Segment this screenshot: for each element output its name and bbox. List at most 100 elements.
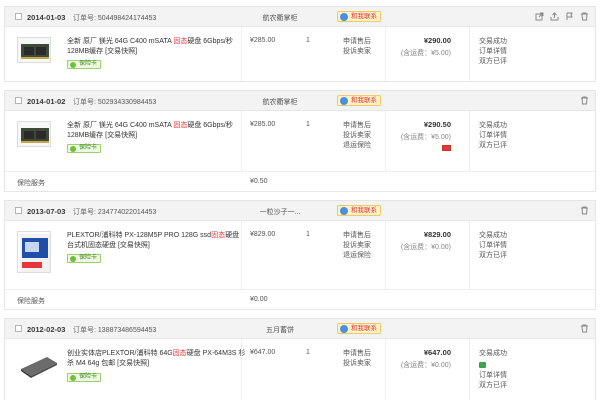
trash-icon[interactable]: [580, 206, 589, 215]
order-header: 2014-01-03 订单号: 504498424174453 航农衢掌柜 和我…: [5, 7, 595, 27]
order-card: 2014-01-03 订单号: 504498424174453 航农衢掌柜 和我…: [4, 6, 596, 82]
insurance-badge[interactable]: 保险卡: [67, 254, 102, 263]
apply-aftersale-link[interactable]: 申请售后: [343, 231, 371, 241]
order-detail-link[interactable]: 订单详情: [479, 47, 507, 57]
insurance-badge[interactable]: 保险卡: [67, 373, 102, 382]
product-name-link[interactable]: 全新 原厂 镁光 64G C400 mSATA 固态硬盘 6Gbps/秒 128…: [67, 121, 247, 141]
order-status: 交易成功 订单详情 双方已评: [479, 121, 507, 151]
complain-seller-link[interactable]: 投诉卖家: [343, 241, 371, 251]
order-total: ¥290.50 (含运费：¥5.00): [395, 120, 451, 153]
order-item-row: 创业实体店PLEXTOR/浦科特 64G固态硬盘 PX-64M3S 杉杀 M4 …: [5, 339, 595, 400]
chat-icon: [340, 97, 348, 105]
contact-seller-button[interactable]: 和我联系: [337, 323, 381, 334]
unit-price: ¥647.00: [250, 349, 276, 356]
order-date: 2014-01-02: [27, 97, 66, 106]
shop-name[interactable]: 航农衢掌柜: [235, 13, 325, 23]
insurance-service-row: 保险服务 ¥0.50: [5, 171, 595, 191]
complain-seller-link[interactable]: 投诉卖家: [343, 47, 371, 57]
quantity: 1: [306, 231, 310, 238]
return-insurance-link[interactable]: 退运保险: [343, 251, 371, 261]
quantity: 1: [306, 37, 310, 44]
flag-icon[interactable]: [565, 12, 574, 21]
service-links: 申请售后 投诉卖家: [343, 349, 371, 369]
order-status: 交易成功 订单详情 双方已评: [479, 231, 507, 261]
insurance-service-label: 保险服务: [17, 298, 45, 305]
order-card: 2014-01-02 订单号: 502934330984453 航农衢掌柜 和我…: [4, 90, 596, 192]
order-header: 2014-01-02 订单号: 502934330984453 航农衢掌柜 和我…: [5, 91, 595, 111]
order-number: 订单号: 234774022014453: [73, 209, 157, 216]
order-checkbox[interactable]: [15, 325, 22, 332]
shop-name[interactable]: 五月蓄饼: [235, 325, 325, 335]
unit-price: ¥285.00: [250, 121, 276, 128]
trash-icon[interactable]: [580, 96, 589, 105]
order-number: 订单号: 502934330984453: [73, 99, 157, 106]
shop-name[interactable]: 一粒沙子一...: [235, 207, 325, 217]
product-thumbnail[interactable]: [17, 37, 51, 63]
review-status: 双方已评: [479, 142, 507, 149]
order-checkbox[interactable]: [15, 207, 22, 214]
product-name-link[interactable]: 全新 原厂 镁光 64G C400 mSATA 固态硬盘 6Gbps/秒 128…: [67, 37, 247, 57]
product-thumbnail[interactable]: [17, 121, 51, 147]
contact-seller-button[interactable]: 和我联系: [337, 11, 381, 22]
complain-seller-link[interactable]: 投诉卖家: [343, 131, 371, 141]
insurance-service-label: 保险服务: [17, 180, 45, 187]
product-name-link[interactable]: PLEXTOR/浦科特 PX-128M5P PRO 128G ssd固态硬盘 台…: [67, 231, 247, 251]
order-total: ¥829.00 (含运费：¥0.00): [400, 230, 451, 251]
contact-seller-button[interactable]: 和我联系: [337, 95, 381, 106]
shop-name[interactable]: 航农衢掌柜: [235, 97, 325, 107]
insurance-service-row: 保险服务 ¥0.00: [5, 289, 595, 309]
order-number: 订单号: 138873486594453: [73, 327, 157, 334]
product-thumbnail[interactable]: [17, 231, 51, 273]
status-text: 交易成功: [479, 38, 507, 45]
order-item-row: 全新 原厂 镁光 64G C400 mSATA 固态硬盘 6Gbps/秒 128…: [5, 111, 595, 171]
order-checkbox[interactable]: [15, 97, 22, 104]
order-date: 2012-02-03: [27, 325, 66, 334]
insurance-service-price: ¥0.00: [250, 296, 268, 303]
export-icon[interactable]: [550, 12, 559, 21]
complain-seller-link[interactable]: 投诉卖家: [343, 359, 371, 369]
quantity: 1: [306, 349, 310, 356]
insurance-badge[interactable]: 保险卡: [67, 60, 102, 69]
apply-aftersale-link[interactable]: 申请售后: [343, 349, 371, 359]
order-total: ¥290.00 (含运费：¥5.00): [400, 36, 451, 57]
order-item-row: 全新 原厂 镁光 64G C400 mSATA 固态硬盘 6Gbps/秒 128…: [5, 27, 595, 81]
order-checkbox[interactable]: [15, 13, 22, 20]
apply-aftersale-link[interactable]: 申请售后: [343, 121, 371, 131]
product-name-link[interactable]: 创业实体店PLEXTOR/浦科特 64G固态硬盘 PX-64M3S 杉杀 M4 …: [67, 349, 247, 369]
order-item-row: PLEXTOR/浦科特 PX-128M5P PRO 128G ssd固态硬盘 台…: [5, 221, 595, 289]
chat-icon: [340, 325, 348, 333]
status-text: 交易成功: [479, 350, 507, 357]
order-status: 交易成功 订单详情 双方已评: [479, 349, 507, 391]
quantity: 1: [306, 121, 310, 128]
status-text: 交易成功: [479, 122, 507, 129]
order-header: 2012-02-03 订单号: 138873486594453 五月蓄饼 和我联…: [5, 319, 595, 339]
insurance-badge[interactable]: 保险卡: [67, 144, 102, 153]
unit-price: ¥285.00: [250, 37, 276, 44]
contact-seller-button[interactable]: 和我联系: [337, 205, 381, 216]
trash-icon[interactable]: [580, 324, 589, 333]
order-detail-link[interactable]: 订单详情: [479, 241, 507, 251]
order-card: 2013-07-03 订单号: 234774022014453 一粒沙子一...…: [4, 200, 596, 310]
product-thumbnail[interactable]: [17, 349, 59, 379]
review-status: 双方已评: [479, 252, 507, 259]
coupon-icon: [442, 145, 451, 151]
share-icon[interactable]: [535, 12, 544, 21]
insurance-service-price: ¥0.50: [250, 178, 268, 185]
review-status: 双方已评: [479, 58, 507, 65]
trash-icon[interactable]: [580, 12, 589, 21]
order-status: 交易成功 订单详情 双方已评: [479, 37, 507, 67]
order-detail-link[interactable]: 订单详情: [479, 131, 507, 141]
message-icon[interactable]: [479, 362, 486, 368]
unit-price: ¥829.00: [250, 231, 276, 238]
order-header: 2013-07-03 订单号: 234774022014453 一粒沙子一...…: [5, 201, 595, 221]
order-date: 2013-07-03: [27, 207, 66, 216]
order-card: 2012-02-03 订单号: 138873486594453 五月蓄饼 和我联…: [4, 318, 596, 400]
return-insurance-link[interactable]: 退运保险: [343, 141, 371, 151]
review-status: 双方已评: [479, 382, 507, 389]
order-detail-link[interactable]: 订单详情: [479, 371, 507, 381]
chat-icon: [340, 207, 348, 215]
service-links: 申请售后 投诉卖家 退运保险: [343, 231, 371, 261]
order-total: ¥647.00 (含运费：¥0.00): [400, 348, 451, 369]
apply-aftersale-link[interactable]: 申请售后: [343, 37, 371, 47]
order-date: 2014-01-03: [27, 13, 66, 22]
